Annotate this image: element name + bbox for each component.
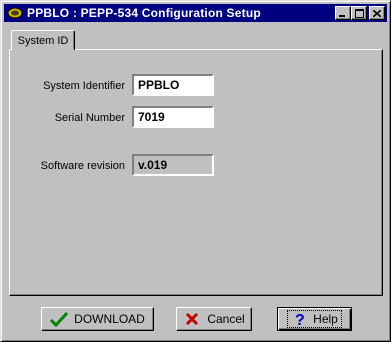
minimize-button[interactable] [335,6,351,20]
tab-system-id[interactable]: System ID [11,30,75,50]
software-revision-label: Software revision [40,160,125,172]
serial-number-field[interactable]: 7019 [132,106,214,128]
cancel-button[interactable]: Cancel [176,307,252,331]
configuration-window: PPBLO : PEPP-534 Configuration Setup Sys… [0,0,391,342]
tab-label: System ID [17,34,69,47]
help-label: Help [313,312,338,326]
checkmark-icon [50,311,69,327]
minimize-icon [339,14,345,17]
x-icon [183,311,201,327]
title-bar[interactable]: PPBLO : PEPP-534 Configuration Setup [4,4,387,22]
maximize-icon [354,8,364,18]
tab-panel: System Identifier PPBLO Serial Number 70… [9,49,383,296]
system-identifier-field[interactable]: PPBLO [132,74,214,96]
maximize-button[interactable] [351,6,367,20]
focus-rectangle: ? Help [287,310,342,328]
close-icon [373,9,381,17]
software-revision-field: v.019 [132,154,214,176]
serial-number-label: Serial Number [54,112,125,124]
question-icon: ? [291,311,309,327]
download-label: DOWNLOAD [74,312,145,326]
help-button[interactable]: ? Help [277,307,352,331]
window-title: PPBLO : PEPP-534 Configuration Setup [27,6,261,20]
tab-join [12,49,74,51]
download-button[interactable]: DOWNLOAD [41,307,154,331]
cancel-label: Cancel [207,312,245,326]
svg-text:?: ? [295,312,305,327]
system-identifier-label: System Identifier [43,80,125,92]
app-icon [7,7,23,19]
close-button[interactable] [369,6,385,20]
